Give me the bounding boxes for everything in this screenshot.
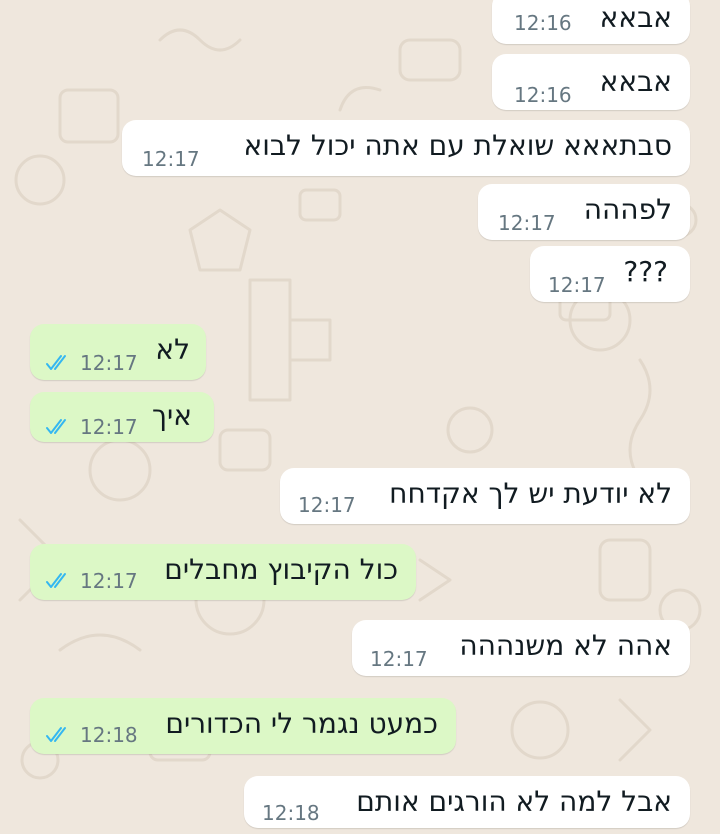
message-bubble-incoming[interactable]: אהה לא משנההה 12:17 bbox=[352, 620, 690, 676]
message-text: איך bbox=[151, 399, 192, 432]
message-bubble-incoming[interactable]: לא יודעת יש לך אקדחח 12:17 bbox=[280, 468, 690, 524]
read-double-check-icon bbox=[46, 573, 66, 588]
message-bubble-incoming[interactable]: אבאא 12:16 bbox=[492, 0, 690, 44]
message-time: 12:18 bbox=[80, 723, 138, 747]
message-time: 12:17 bbox=[548, 273, 606, 297]
message-time: 12:17 bbox=[80, 415, 138, 439]
message-text: סבתאאא שואלת עם אתה יכול לבוא bbox=[243, 129, 673, 162]
message-bubble-incoming[interactable]: אבאא 12:16 bbox=[492, 54, 690, 110]
message-time: 12:17 bbox=[80, 569, 138, 593]
message-bubble-incoming[interactable]: אבל למה לא הורגים אותם 12:18 bbox=[244, 776, 690, 828]
message-bubble-outgoing[interactable]: 12:17 כול הקיבוץ מחבלים bbox=[30, 544, 416, 600]
read-double-check-icon bbox=[46, 727, 66, 742]
message-bubble-incoming[interactable]: ??? 12:17 bbox=[530, 246, 690, 302]
message-time: 12:17 bbox=[370, 647, 428, 671]
message-text: כול הקיבוץ מחבלים bbox=[164, 553, 398, 586]
message-time: 12:17 bbox=[80, 351, 138, 375]
message-text: כמעט נגמר לי הכדורים bbox=[165, 707, 438, 740]
message-text: אבאא bbox=[599, 1, 672, 34]
message-bubble-outgoing[interactable]: 12:17 איך bbox=[30, 392, 214, 442]
message-time: 12:17 bbox=[298, 493, 356, 517]
message-time: 12:18 bbox=[262, 801, 320, 825]
message-bubble-incoming[interactable]: לפההה 12:17 bbox=[478, 184, 690, 240]
chat-messages[interactable]: אבאא 12:16 אבאא 12:16 סבתאאא שואלת עם את… bbox=[0, 0, 720, 834]
message-bubble-outgoing[interactable]: 12:17 לא bbox=[30, 324, 206, 380]
read-double-check-icon bbox=[46, 419, 66, 434]
message-time: 12:16 bbox=[514, 83, 572, 107]
message-text: אהה לא משנההה bbox=[459, 629, 672, 662]
read-double-check-icon bbox=[46, 355, 66, 370]
message-text: לפההה bbox=[583, 193, 672, 226]
message-time: 12:17 bbox=[498, 211, 556, 235]
message-text: אבל למה לא הורגים אותם bbox=[356, 785, 672, 818]
message-bubble-incoming[interactable]: סבתאאא שואלת עם אתה יכול לבוא 12:17 bbox=[122, 120, 690, 176]
message-bubble-outgoing[interactable]: 12:18 כמעט נגמר לי הכדורים bbox=[30, 698, 456, 754]
message-text: לא bbox=[155, 333, 190, 366]
message-text: אבאא bbox=[599, 65, 672, 98]
message-text: ??? bbox=[623, 255, 668, 288]
message-time: 12:17 bbox=[142, 147, 200, 171]
message-text: לא יודעת יש לך אקדחח bbox=[389, 477, 672, 510]
message-time: 12:16 bbox=[514, 11, 572, 35]
